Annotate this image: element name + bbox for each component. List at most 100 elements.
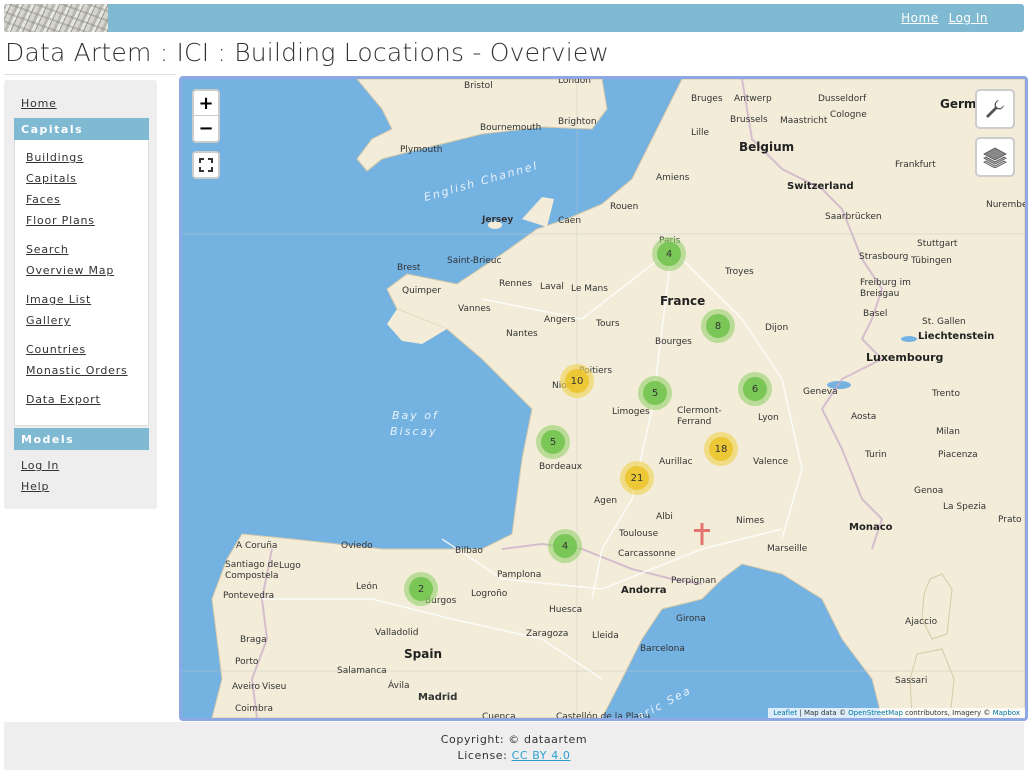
map-label-country: Liechtenstein	[918, 331, 995, 342]
sidebar-item-image-list[interactable]: Image List	[26, 293, 91, 306]
sidebar-item-countries[interactable]: Countries	[26, 343, 86, 356]
map-label-country: France	[660, 294, 706, 308]
map-label: Pamplona	[497, 570, 542, 580]
attribution-text: contributors, Imagery ©	[902, 709, 993, 717]
license-link[interactable]: CC BY 4.0	[512, 749, 571, 762]
map-attribution: Leaflet | Map data © OpenStreetMap contr…	[768, 708, 1025, 718]
cluster-marker[interactable]: 21	[620, 461, 654, 495]
top-banner: Home Log In	[4, 4, 1024, 32]
map-label: Caen	[558, 216, 582, 226]
map-label: Geneva	[803, 387, 838, 397]
layers-button[interactable]	[975, 137, 1015, 177]
sidebar-help-link[interactable]: Help	[21, 480, 49, 493]
osm-link[interactable]: OpenStreetMap	[848, 709, 903, 717]
map-label: Cuenca	[482, 712, 516, 721]
sidebar: Home Capitals Buildings Capitals Faces F…	[4, 80, 157, 509]
cluster-marker[interactable]: 6	[738, 372, 772, 406]
sidebar-item-monastic-orders[interactable]: Monastic Orders	[26, 364, 128, 377]
cluster-marker[interactable]: 5	[536, 425, 570, 459]
map-label: Ávila	[388, 681, 410, 691]
map-label: Milan	[936, 427, 960, 437]
site-logo[interactable]	[4, 4, 108, 32]
map-label: Lyon	[758, 413, 779, 423]
map-label: Valladolid	[375, 628, 419, 638]
sidebar-item-search[interactable]: Search	[26, 243, 69, 256]
map-label: Rouen	[610, 202, 639, 212]
cross-marker-icon[interactable]	[694, 523, 710, 545]
map-label: Bruges	[691, 94, 723, 104]
wrench-icon	[986, 100, 1004, 118]
map-label: Cologne	[830, 110, 867, 120]
cluster-count: 4	[553, 534, 577, 558]
sidebar-login-link[interactable]: Log In	[21, 459, 59, 472]
cluster-marker[interactable]: 10	[560, 364, 594, 398]
map-label: Rennes	[499, 279, 533, 289]
map-label-country: Luxembourg	[866, 351, 944, 364]
map-label: Valence	[753, 457, 789, 467]
top-nav: Home Log In	[901, 11, 988, 25]
map-view[interactable]: Bristol London Bruges Antwerp Dusseldorf…	[179, 76, 1028, 721]
map-label: Lille	[691, 128, 710, 138]
sidebar-item-gallery[interactable]: Gallery	[26, 314, 71, 327]
sidebar-item-buildings[interactable]: Buildings	[26, 151, 84, 164]
nav-home-link[interactable]: Home	[901, 11, 938, 25]
map-label: Amiens	[656, 173, 690, 183]
map-label: Brighton	[558, 117, 597, 127]
map-label: Vannes	[458, 304, 491, 314]
map-label: Perpignan	[671, 576, 717, 586]
cluster-marker[interactable]: 5	[638, 376, 672, 410]
layers-icon	[983, 147, 1007, 168]
sidebar-item-capitals[interactable]: Capitals	[26, 172, 77, 185]
zoom-out-button[interactable]: −	[194, 116, 218, 141]
map-label: Clermont-Ferrand	[677, 406, 722, 427]
map-label: Turin	[865, 450, 887, 460]
map-tiles[interactable]	[182, 79, 1025, 718]
cluster-marker[interactable]: 4	[652, 237, 686, 271]
map-label: Le Mans	[571, 284, 608, 294]
map-label: Antwerp	[734, 94, 772, 104]
map-label: Saarbrücken	[825, 212, 882, 222]
cluster-marker[interactable]: 18	[704, 432, 738, 466]
cluster-count: 10	[565, 369, 589, 393]
sidebar-item-data-export[interactable]: Data Export	[26, 393, 101, 406]
map-label: Toulouse	[619, 529, 659, 539]
footer: Copyright: © dataartem License: CC BY 4.…	[4, 722, 1024, 770]
zoom-in-button[interactable]: +	[194, 91, 218, 116]
map-label: Aveiro	[232, 682, 261, 692]
sidebar-item-overview-map[interactable]: Overview Map	[26, 264, 114, 277]
map-label: Zaragoza	[526, 629, 569, 639]
map-label: Lleida	[592, 631, 619, 641]
map-label: Angers	[544, 315, 576, 325]
sidebar-item-faces[interactable]: Faces	[26, 193, 61, 206]
map-label: Carcassonne	[618, 549, 676, 559]
map-label: Frankfurt	[895, 160, 936, 170]
nav-login-link[interactable]: Log In	[949, 11, 988, 25]
map-label: Aurillac	[659, 457, 693, 467]
copyright-text: Copyright: © dataartem	[440, 733, 588, 746]
map-label: Plymouth	[400, 145, 443, 155]
map-label: Basel	[863, 309, 888, 319]
map-label: Saint-Brieuc	[447, 256, 502, 266]
mapbox-link[interactable]: Mapbox	[993, 709, 1020, 717]
cluster-marker[interactable]: 8	[701, 309, 735, 343]
map-label: Dusseldorf	[818, 94, 867, 104]
map-label: Maastricht	[780, 116, 828, 126]
cluster-count: 6	[743, 377, 767, 401]
map-label: Brest	[397, 263, 421, 273]
leaflet-link[interactable]: Leaflet	[773, 709, 797, 717]
map-label: Nantes	[506, 329, 538, 339]
map-label: Oviedo	[341, 541, 373, 551]
sidebar-item-floor-plans[interactable]: Floor Plans	[26, 214, 95, 227]
zoom-control: + −	[192, 89, 220, 143]
map-label: Piacenza	[938, 450, 978, 460]
cluster-marker[interactable]: 4	[548, 529, 582, 563]
license-label: License:	[457, 749, 512, 762]
sidebar-home-link[interactable]: Home	[21, 97, 57, 110]
cluster-marker[interactable]: 2	[404, 572, 438, 606]
map-label: Prato	[998, 515, 1022, 525]
map-label: Genoa	[914, 486, 944, 496]
map-label-country: Spain	[404, 647, 442, 661]
map-label-sea: Biscay	[390, 425, 438, 438]
fullscreen-button[interactable]	[192, 151, 220, 179]
tools-button[interactable]	[975, 89, 1015, 129]
